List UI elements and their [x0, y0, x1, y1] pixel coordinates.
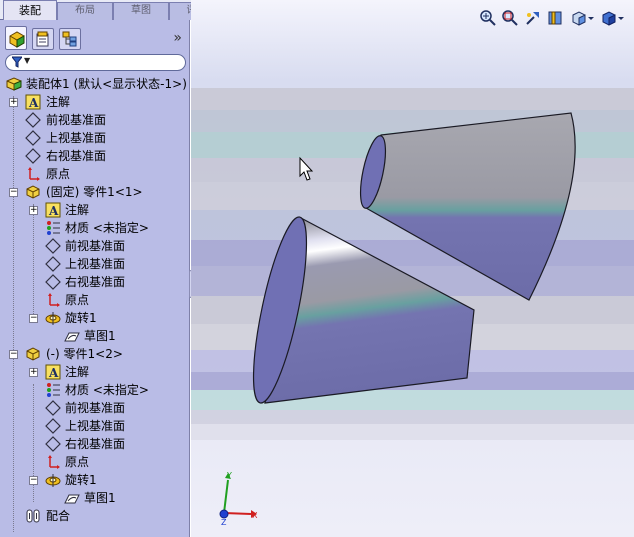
tree-item-label: 注解	[65, 365, 90, 379]
tree-item-label: 注解	[65, 203, 90, 217]
tree-item-label: 草图1	[84, 329, 116, 343]
revolve-icon	[45, 474, 61, 487]
display-style-icon[interactable]	[601, 9, 625, 27]
tree-item-label: (-) 零件1<2>	[46, 347, 123, 361]
tree-item-label: 前视基准面	[65, 401, 126, 415]
material-icon	[47, 383, 60, 397]
configuration-icon	[62, 31, 77, 47]
collapse-toggle[interactable]: −	[29, 476, 38, 485]
sketch-icon	[64, 494, 80, 504]
origin-icon	[48, 293, 60, 307]
graphics-viewport[interactable]: Y X Z	[191, 0, 634, 537]
tree-item-label: 原点	[46, 167, 71, 181]
svg-text:A: A	[28, 96, 39, 110]
plane-icon	[45, 418, 61, 434]
tree-root-label: 装配体1 (默认<显示状态-1>)	[26, 77, 187, 91]
revolve-icon	[45, 312, 61, 325]
collapse-panel-button[interactable]: »	[173, 30, 182, 46]
tree-item-label: 前视基准面	[65, 239, 126, 253]
tree-item-label: 上视基准面	[65, 419, 126, 433]
part-icon	[26, 185, 40, 199]
tab-sketch[interactable]: 草图	[113, 2, 169, 20]
viewport-scene: Y X Z	[191, 0, 634, 537]
expand-toggle[interactable]: +	[9, 98, 18, 107]
plane-icon	[25, 148, 41, 164]
plane-icon	[45, 274, 61, 290]
expand-toggle[interactable]: +	[29, 206, 38, 215]
tree-item-label: 草图1	[84, 491, 116, 505]
axis-z-label: Z	[221, 518, 227, 527]
svg-text:A: A	[48, 204, 59, 218]
tree-filter-input[interactable]: ▼	[5, 54, 186, 71]
view-orientation-icon[interactable]	[571, 9, 595, 27]
tree-item-label: 原点	[65, 455, 90, 469]
tree-item-label: 右视基准面	[46, 149, 107, 163]
axis-y-label: Y	[226, 471, 232, 480]
feature-manager-panel: » ▼ 装配体1 (默认<显示状态-1>) + A 注解 前视基准面 上视基准面…	[0, 20, 190, 537]
material-icon	[47, 221, 60, 235]
feature-tree-icon	[9, 31, 25, 48]
annotation-icon: A	[25, 94, 41, 110]
tree-item-label: 原点	[65, 293, 90, 307]
tree-item-label: 旋转1	[65, 311, 97, 325]
plane-icon	[25, 130, 41, 146]
previous-view-icon[interactable]	[524, 9, 542, 27]
svg-text:A: A	[48, 366, 59, 380]
part-icon	[26, 347, 40, 361]
tree-item-label: 右视基准面	[65, 437, 126, 451]
plane-icon	[25, 112, 41, 128]
zoom-to-fit-icon[interactable]	[479, 9, 497, 27]
plane-icon	[45, 436, 61, 452]
filter-icon	[10, 56, 24, 71]
origin-icon	[28, 167, 40, 181]
plane-icon	[45, 238, 61, 254]
collapse-toggle[interactable]: −	[29, 314, 38, 323]
tab-layout[interactable]: 布局	[57, 2, 113, 20]
tree-item-label: 注解	[46, 95, 71, 109]
tree-guide-line	[13, 96, 14, 532]
tree-guide-line	[33, 204, 34, 322]
tree-item-label: 材质 <未指定>	[65, 221, 149, 235]
plane-icon	[45, 400, 61, 416]
expand-toggle[interactable]: +	[29, 368, 38, 377]
zoom-to-area-icon[interactable]	[501, 9, 519, 27]
collapse-toggle[interactable]: −	[9, 350, 18, 359]
property-sheet-icon	[36, 31, 49, 47]
tree-item-label: 上视基准面	[65, 257, 126, 271]
axis-x-label: X	[252, 511, 258, 520]
annotation-icon: A	[45, 202, 61, 218]
annotation-icon: A	[45, 364, 61, 380]
tree-item-label: 右视基准面	[65, 275, 126, 289]
tree-item-label: 旋转1	[65, 473, 97, 487]
tree-item-label: 上视基准面	[46, 131, 107, 145]
configuration-manager-tab[interactable]	[59, 28, 81, 50]
section-view-icon[interactable]	[547, 9, 565, 27]
tree-item-label: 前视基准面	[46, 113, 107, 127]
feature-manager-body: » ▼ 装配体1 (默认<显示状态-1>) + A 注解 前视基准面 上视基准面…	[2, 20, 188, 535]
tree-item-label: 材质 <未指定>	[65, 383, 149, 397]
tab-assembly[interactable]: 装配	[3, 0, 57, 20]
origin-icon	[48, 455, 60, 469]
sketch-icon	[64, 332, 80, 342]
mate-icon	[26, 509, 40, 523]
assembly-icon	[6, 77, 22, 91]
chevron-down-icon: ▼	[24, 56, 31, 65]
plane-icon	[45, 256, 61, 272]
collapse-toggle[interactable]: −	[9, 188, 18, 197]
property-manager-tab[interactable]	[32, 28, 54, 50]
tree-item-label: (固定) 零件1<1>	[46, 185, 143, 199]
feature-manager-tab[interactable]	[5, 26, 27, 50]
tree-item-label: 配合	[46, 509, 71, 523]
